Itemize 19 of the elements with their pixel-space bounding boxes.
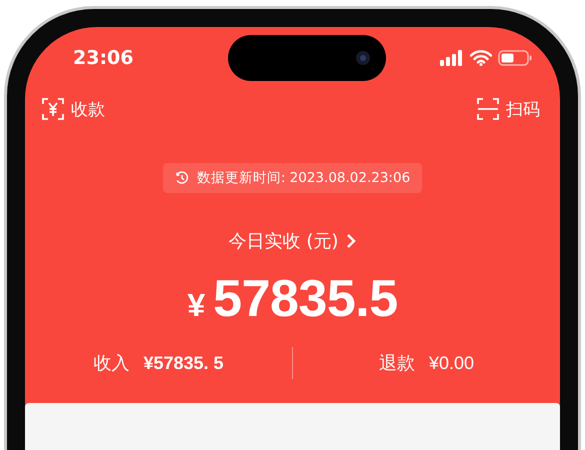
wifi-icon xyxy=(470,50,492,66)
stat-label: 收入 xyxy=(93,352,130,375)
clock-icon xyxy=(174,171,189,185)
stat-label: 退款 xyxy=(378,352,415,375)
yen-scan-icon xyxy=(41,97,65,121)
total-amount: 57835.5 xyxy=(213,269,398,329)
currency-symbol: ¥ xyxy=(187,287,206,324)
stat-value: ¥57835. 5 xyxy=(143,352,224,374)
stat-value: ¥0.00 xyxy=(428,352,474,374)
signal-icon xyxy=(440,50,464,66)
scan-code-button[interactable]: 扫码 xyxy=(476,97,540,121)
today-received-link[interactable]: 今日实收 (元) xyxy=(228,229,356,253)
scan-icon xyxy=(476,97,500,121)
chevron-right-icon xyxy=(346,233,356,249)
camera-icon xyxy=(356,51,370,65)
update-time-text: 数据更新时间: 2023.08.02.23:06 xyxy=(196,169,410,187)
collect-payment-button[interactable]: 收款 xyxy=(41,97,105,121)
status-time: 23:06 xyxy=(73,47,134,69)
battery-icon xyxy=(498,50,532,66)
